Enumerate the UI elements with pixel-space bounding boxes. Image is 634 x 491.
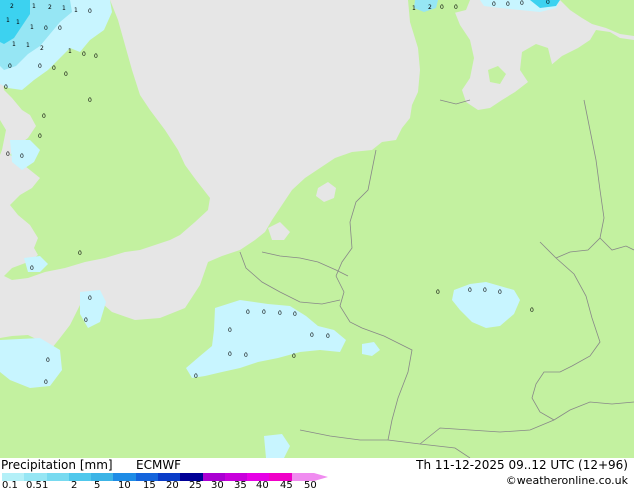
map-svg: 2 1 2 1 1 0 1 1 1 0 0 1 1 2 1 0 0 0 0 0 … [0,0,634,458]
precip-label: 0 [88,97,92,104]
precip-label: 1 [26,42,30,49]
precip-label: 0 [58,25,62,32]
precip-label: 0 [52,65,56,72]
precip-label: 0 [78,250,82,257]
precip-label: 0 [20,153,24,160]
precip-label: 0 [38,63,42,70]
precip-label: 1 [30,24,34,31]
precip-label: 0 [30,265,34,272]
model-name: ECMWF [136,458,182,472]
precip-label: 1 [412,5,416,12]
precip-label: 0 [228,351,232,358]
precip-label: 0 [42,113,46,120]
precip-label: 0 [246,309,250,316]
precip-label: 0 [84,317,88,324]
precip-label: 0 [292,353,296,360]
precip-label: 0 [310,332,314,339]
precip-label: 1 [16,19,20,26]
precip-label: 0 [278,310,282,317]
precip-label: 0 [440,4,444,11]
precip-label: 0 [82,51,86,58]
precip-label: 1 [12,41,16,48]
precip-label: 0 [38,133,42,140]
precip-label: 0 [8,63,12,70]
precip-label: 0 [436,289,440,296]
precip-label: 0 [498,289,502,296]
precip-label: 2 [10,3,14,10]
precip-label: 1 [32,3,36,10]
precip-label: 0 [64,71,68,78]
precip-label: 2 [48,4,52,11]
precip-label: 0 [468,287,472,294]
precip-label: 0 [546,0,550,6]
precip-label: 0 [506,1,510,8]
precip-label: 1 [74,7,78,14]
precip-label: 0 [262,309,266,316]
precip-label: 1 [68,48,72,55]
precip-label: 0 [4,84,8,91]
map-footer: Precipitation [mm] ECMWF Th 11-12-2025 0… [0,458,634,491]
scale-segment [46,473,70,481]
precip-label: 0 [194,373,198,380]
precip-label: 0 [492,1,496,8]
precip-label: 0 [6,151,10,158]
credit-text: ©weatheronline.co.uk [505,474,628,487]
forecast-datetime: Th 11-12-2025 09..12 UTC (12+96) [416,458,628,472]
precip-label: 0 [44,25,48,32]
precip-label: 0 [228,327,232,334]
precip-label: 1 [6,17,10,24]
precip-label: 0 [46,357,50,364]
precip-label: 0 [293,311,297,318]
precip-label: 0 [483,287,487,294]
legend-title: Precipitation [mm] [1,458,113,472]
precip-label: 0 [520,0,524,7]
precip-label: 2 [40,45,44,52]
precip-label: 2 [428,4,432,11]
precip-label: 0 [244,352,248,359]
precip-label: 0 [326,333,330,340]
precip-label: 0 [454,4,458,11]
precip-label: 0 [530,307,534,314]
precip-label: 1 [62,5,66,12]
precipitation-map: 2 1 2 1 1 0 1 1 1 0 0 1 1 2 1 0 0 0 0 0 … [0,0,634,458]
precip-label: 0 [94,53,98,60]
precip-label: 0 [88,8,92,15]
precip-label: 0 [44,379,48,386]
precip-label: 0 [88,295,92,302]
